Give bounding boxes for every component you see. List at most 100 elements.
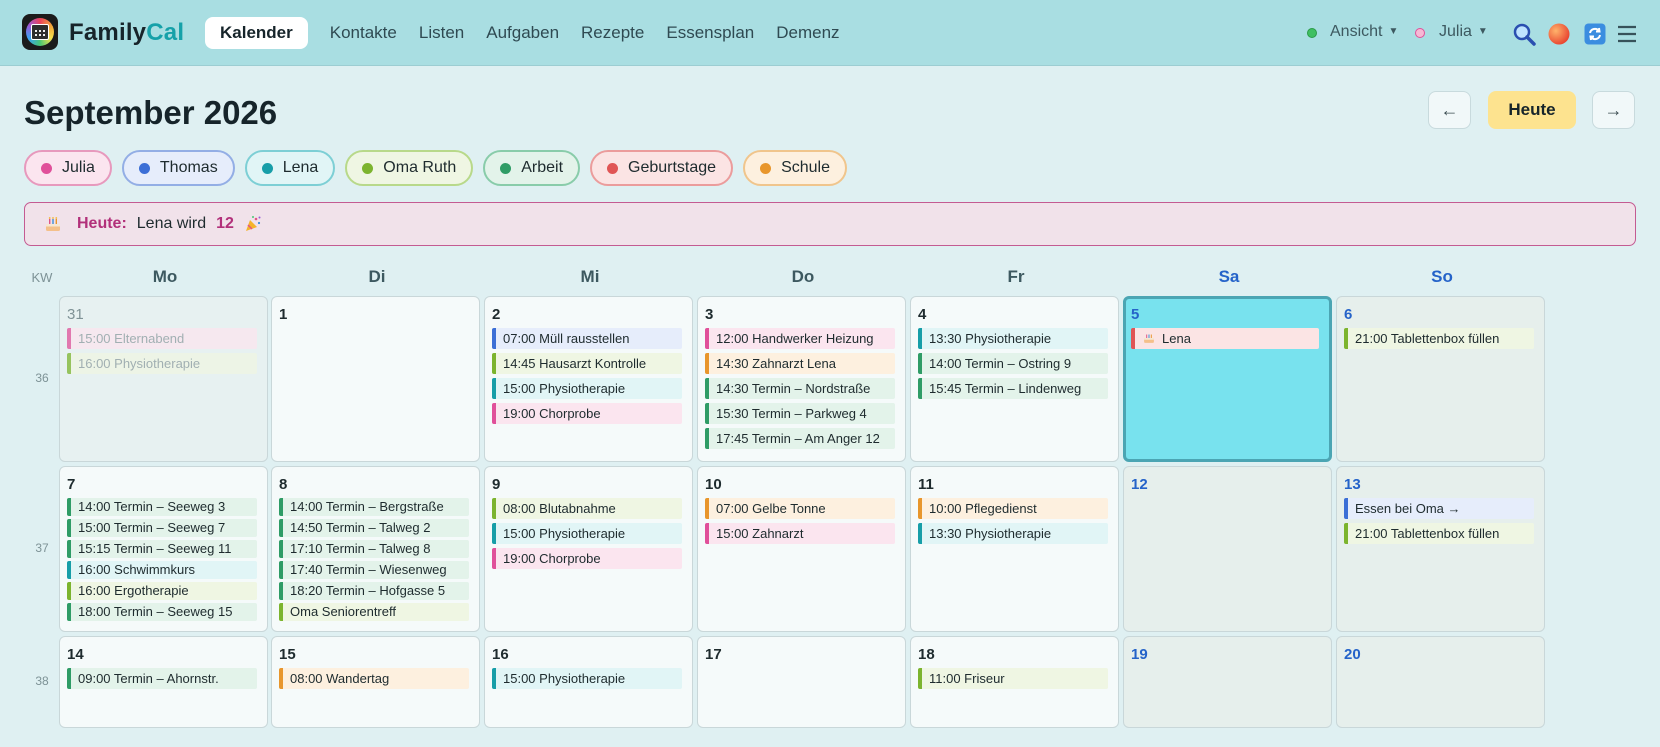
event-label: 21:00 Tablettenbox füllen [1355,331,1500,346]
event-list: 15:00 Elternabend 16:00 Physiotherapie [67,328,257,378]
filter-chip-lena[interactable]: Lena [244,150,336,186]
day-cell[interactable]: 10 07:00 Gelbe Tonne 15:00 Zahnarzt [697,466,906,632]
event-item[interactable]: 15:00 Physiotherapie [492,378,682,399]
avatar-icon[interactable] [1547,22,1571,46]
event-item[interactable]: 21:00 Tablettenbox füllen [1344,328,1534,349]
menu-icon[interactable] [1615,22,1639,46]
event-item[interactable]: 14:00 Termin – Ostring 9 [918,353,1108,374]
event-list: 11:00 Friseur [918,668,1108,693]
event-item[interactable]: 08:00 Wandertag [279,668,469,689]
sync-icon[interactable] [1583,22,1607,46]
event-label: 09:00 Termin – Ahornstr. [78,671,219,686]
day-cell[interactable]: 14 09:00 Termin – Ahornstr. [59,636,268,728]
event-item[interactable]: 13:30 Physiotherapie [918,328,1108,349]
event-item[interactable]: 15:30 Termin – Parkweg 4 [705,403,895,424]
day-cell[interactable]: 2 07:00 Müll rausstellen 14:45 Hausarzt Ko… [484,296,693,462]
day-cell[interactable]: 15 08:00 Wandertag [271,636,480,728]
app-logo-icon[interactable] [22,14,58,50]
event-item[interactable]: 18:00 Termin – Seeweg 15 [67,603,257,621]
day-cell[interactable]: 20 [1336,636,1545,728]
prev-month-button[interactable]: ← [1428,91,1471,129]
event-item[interactable]: 11:00 Friseur [918,668,1108,689]
event-item[interactable]: 18:20 Termin – Hofgasse 5 [279,582,469,600]
nav-item-demenz[interactable]: Demenz [765,17,850,49]
nav-item-kontakte[interactable]: Kontakte [319,17,408,49]
event-item[interactable]: 14:00 Termin – Seeweg 3 [67,498,257,516]
event-label: 19:00 Chorprobe [503,551,601,566]
month-title: September 2026 [24,94,278,131]
nav-item-essensplan[interactable]: Essensplan [655,17,765,49]
filter-chip-label: Lena [282,159,319,176]
event-item[interactable]: 21:00 Tablettenbox füllen [1344,523,1534,544]
day-cell[interactable]: 13 Essen bei Oma → 21:00 Tablettenbox füll… [1336,466,1545,632]
filter-chip-geburtstage[interactable]: Geburtstage [590,150,734,186]
day-cell[interactable]: 12 [1123,466,1332,632]
day-cell[interactable]: 5 Lena [1123,296,1332,462]
day-cell[interactable]: 9 08:00 Blutabnahme 15:00 Physiotherapie 19… [484,466,693,632]
user-select[interactable]: Julia ▼ [1439,23,1488,41]
day-cell[interactable]: 3 12:00 Handwerker Heizung 14:30 Zahnarzt … [697,296,906,462]
nav-item-aufgaben[interactable]: Aufgaben [475,17,570,49]
filter-chip-oma-ruth[interactable]: Oma Ruth [345,150,474,186]
event-item[interactable]: 09:00 Termin – Ahornstr. [67,668,257,689]
event-label: 15:30 Termin – Parkweg 4 [716,406,867,421]
event-item[interactable]: 13:30 Physiotherapie [918,523,1108,544]
today-button[interactable]: Heute [1488,91,1576,129]
event-list: 12:00 Handwerker Heizung 14:30 Zahnarzt L… [705,328,895,453]
filter-chip-thomas[interactable]: Thomas [121,150,235,186]
event-item[interactable]: 16:00 Physiotherapie [67,353,257,374]
event-item[interactable]: 16:00 Ergotherapie [67,582,257,600]
nav-item-rezepte[interactable]: Rezepte [570,17,655,49]
event-item[interactable]: 14:30 Zahnarzt Lena [705,353,895,374]
event-item[interactable]: 14:45 Hausarzt Kontrolle [492,353,682,374]
event-item[interactable]: 07:00 Gelbe Tonne [705,498,895,519]
event-item[interactable]: 15:45 Termin – Lindenweg [918,378,1108,399]
day-cell[interactable]: 8 14:00 Termin – Bergstraße 14:50 Termin –… [271,466,480,632]
search-icon[interactable] [1512,22,1536,46]
filter-chip-schule[interactable]: Schule [743,150,847,186]
event-item[interactable]: 15:00 Elternabend [67,328,257,349]
event-item[interactable]: 14:00 Termin – Bergstraße [279,498,469,516]
event-item[interactable]: Lena [1131,328,1319,349]
event-item[interactable]: Oma Seniorentreff [279,603,469,621]
event-item[interactable]: 12:00 Handwerker Heizung [705,328,895,349]
color-dot-icon [261,162,273,174]
day-cell[interactable]: 18 11:00 Friseur [910,636,1119,728]
event-item[interactable]: 14:50 Termin – Talweg 2 [279,519,469,537]
event-item[interactable]: 15:00 Termin – Seeweg 7 [67,519,257,537]
event-item[interactable]: 19:00 Chorprobe [492,548,682,569]
event-item[interactable]: 15:00 Physiotherapie [492,523,682,544]
event-item[interactable]: 15:00 Zahnarzt [705,523,895,544]
day-cell[interactable]: 4 13:30 Physiotherapie 14:00 Termin – Ostr… [910,296,1119,462]
event-item[interactable]: 16:00 Schwimmkurs [67,561,257,579]
day-cell[interactable]: 7 14:00 Termin – Seeweg 3 15:00 Termin – S… [59,466,268,632]
event-item[interactable]: 15:00 Physiotherapie [492,668,682,689]
nav-item-listen[interactable]: Listen [408,17,475,49]
day-cell[interactable]: 19 [1123,636,1332,728]
event-item[interactable]: 17:45 Termin – Am Anger 12 [705,428,895,449]
filter-chip-julia[interactable]: Julia [24,150,112,186]
next-month-button[interactable]: → [1592,91,1635,129]
event-label: 17:40 Termin – Wiesenweg [290,562,447,577]
event-label: 15:00 Physiotherapie [503,671,626,686]
event-label: 14:00 Termin – Seeweg 3 [78,499,226,514]
day-cell[interactable]: 17 [697,636,906,728]
event-item[interactable]: 17:40 Termin – Wiesenweg [279,561,469,579]
app-brand[interactable]: FamilyCal [69,19,184,47]
view-select[interactable]: Ansicht ▼ [1330,23,1398,41]
event-item[interactable]: 07:00 Müll rausstellen [492,328,682,349]
event-item[interactable]: Essen bei Oma → [1344,498,1534,519]
event-item[interactable]: 10:00 Pflegedienst [918,498,1108,519]
day-cell[interactable]: 11 10:00 Pflegedienst 13:30 Physiotherapie [910,466,1119,632]
nav-item-kalender[interactable]: Kalender [205,17,308,49]
event-item[interactable]: 17:10 Termin – Talweg 8 [279,540,469,558]
day-cell[interactable]: 1 [271,296,480,462]
event-item[interactable]: 19:00 Chorprobe [492,403,682,424]
event-item[interactable]: 08:00 Blutabnahme [492,498,682,519]
event-item[interactable]: 14:30 Termin – Nordstraße [705,378,895,399]
day-cell[interactable]: 6 21:00 Tablettenbox füllen [1336,296,1545,462]
day-cell[interactable]: 31 15:00 Elternabend 16:00 Physiotherapie [59,296,268,462]
event-item[interactable]: 15:15 Termin – Seeweg 11 [67,540,257,558]
day-cell[interactable]: 16 15:00 Physiotherapie [484,636,693,728]
filter-chip-arbeit[interactable]: Arbeit [483,150,581,186]
